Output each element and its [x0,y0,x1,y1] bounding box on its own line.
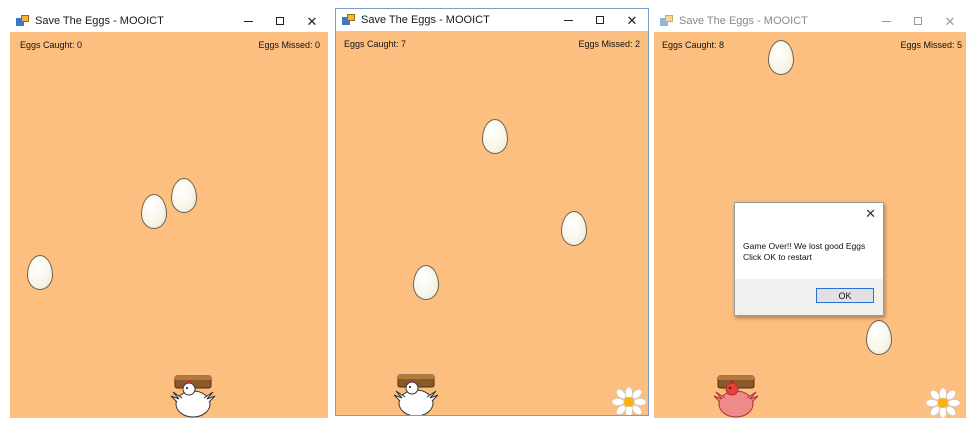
dialog-message-line-2: Click OK to restart [743,252,812,262]
falling-egg [27,255,53,290]
eggs-caught-label: Eggs Caught: 7 [344,39,407,49]
close-icon: ✕ [944,13,956,29]
game-window-1: Save The Eggs - MOOICT ✕ Eggs Caught: 0 … [10,10,328,418]
game-window-3: Save The Eggs - MOOICT ✕ Eggs Caught: 8 … [654,10,966,418]
dialog-message-line-1: Game Over!! We lost good Eggs [743,241,866,251]
chicken-player[interactable] [169,372,217,418]
falling-egg [561,211,587,246]
close-icon: ✕ [626,12,638,28]
eggs-missed-label: Eggs Missed: 0 [258,40,320,50]
game-over-dialog: ✕ Game Over!! We lost good Eggs Click OK… [734,202,884,316]
splat-flower-icon [612,387,646,415]
eggs-missed-label: Eggs Missed: 2 [578,39,640,49]
falling-egg [171,178,197,213]
falling-egg [866,320,892,355]
falling-egg [482,119,508,154]
close-button[interactable]: ✕ [616,9,648,31]
falling-egg [141,194,167,229]
chicken-player[interactable] [392,371,440,416]
minimize-button[interactable] [552,9,584,31]
ok-button[interactable]: OK [816,288,874,303]
title-bar[interactable]: Save The Eggs - MOOICT ✕ [654,10,966,32]
close-button[interactable]: ✕ [296,10,328,32]
maximize-icon [914,17,922,25]
maximize-icon [596,16,604,24]
maximize-button[interactable] [264,10,296,32]
title-bar[interactable]: Save The Eggs - MOOICT ✕ [10,10,328,32]
dialog-button-bar: OK [735,279,883,315]
maximize-button[interactable] [584,9,616,31]
eggs-caught-label: Eggs Caught: 0 [20,40,83,50]
minimize-button[interactable] [232,10,264,32]
maximize-icon [276,17,284,25]
minimize-icon [243,20,253,22]
app-icon [342,14,355,26]
app-icon [16,15,29,27]
window-title: Save The Eggs - MOOICT [679,15,808,27]
minimize-icon [563,19,573,21]
dialog-message: Game Over!! We lost good Eggs Click OK t… [743,241,865,263]
falling-egg [768,40,794,75]
chicken-player-hit[interactable] [712,372,760,418]
falling-egg [413,265,439,300]
minimize-icon [881,20,891,22]
close-icon: ✕ [306,13,318,29]
maximize-button[interactable] [902,10,934,32]
eggs-missed-label: Eggs Missed: 5 [900,40,962,50]
close-button[interactable]: ✕ [934,10,966,32]
eggs-caught-label: Eggs Caught: 8 [662,40,725,50]
title-bar[interactable]: Save The Eggs - MOOICT ✕ [336,9,648,31]
splat-flower-icon [926,388,960,418]
minimize-button[interactable] [870,10,902,32]
dialog-close-icon[interactable]: ✕ [865,206,876,222]
window-title: Save The Eggs - MOOICT [35,15,164,27]
app-icon [660,15,673,27]
game-window-2: Save The Eggs - MOOICT ✕ Eggs Caught: 7 … [335,8,649,416]
window-title: Save The Eggs - MOOICT [361,14,490,26]
